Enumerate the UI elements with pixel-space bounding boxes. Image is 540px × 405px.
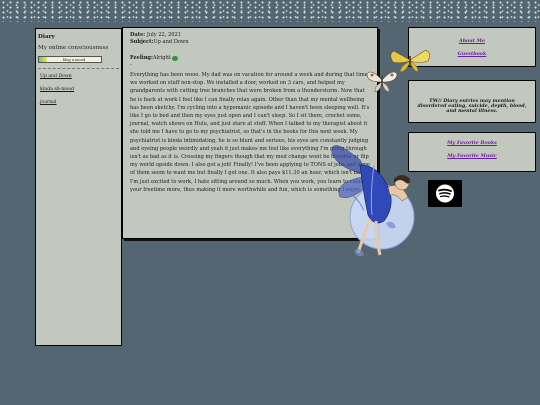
entry-separator: -	[130, 62, 132, 68]
spotify-icon[interactable]	[428, 180, 462, 207]
sidebar: Diary My online consciousness blog a moo…	[35, 28, 122, 346]
butterfly-icon	[366, 71, 398, 93]
starry-header-decoration	[0, 0, 540, 22]
favorite-books-link[interactable]: My Favorite Books	[409, 140, 535, 146]
mood-face-icon	[171, 56, 178, 61]
badge-label: blog a mood	[62, 57, 86, 62]
mood-badge[interactable]: blog a mood	[38, 56, 102, 63]
entry-date: Date: July 22, 2021	[130, 32, 181, 38]
sidebar-link-journal[interactable]: journal	[40, 100, 119, 105]
favorites-box: My Favorite Books My Favorite Music	[408, 132, 536, 172]
entry-feeling: Feeling: Alright	[130, 55, 371, 62]
diary-title: Diary	[38, 34, 55, 40]
about-me-link[interactable]: About Me	[409, 38, 535, 44]
sidebar-link-kinda[interactable]: kinda sh-mood	[40, 87, 119, 92]
sidebar-link-up-and-down[interactable]: Up and Down	[40, 74, 119, 79]
fairy-icon	[331, 145, 415, 257]
divider	[38, 68, 119, 69]
diary-subtitle: My online consciousness	[38, 45, 109, 51]
favorite-music-link[interactable]: My Favorite Music	[409, 153, 535, 159]
entry-subject: Subject:Up and Down	[130, 39, 189, 45]
trigger-warning-text: TW// Diary entries may mention disordere…	[417, 98, 527, 114]
badge-icon	[39, 57, 47, 62]
trigger-warning-box: TW// Diary entries may mention disordere…	[408, 80, 536, 123]
